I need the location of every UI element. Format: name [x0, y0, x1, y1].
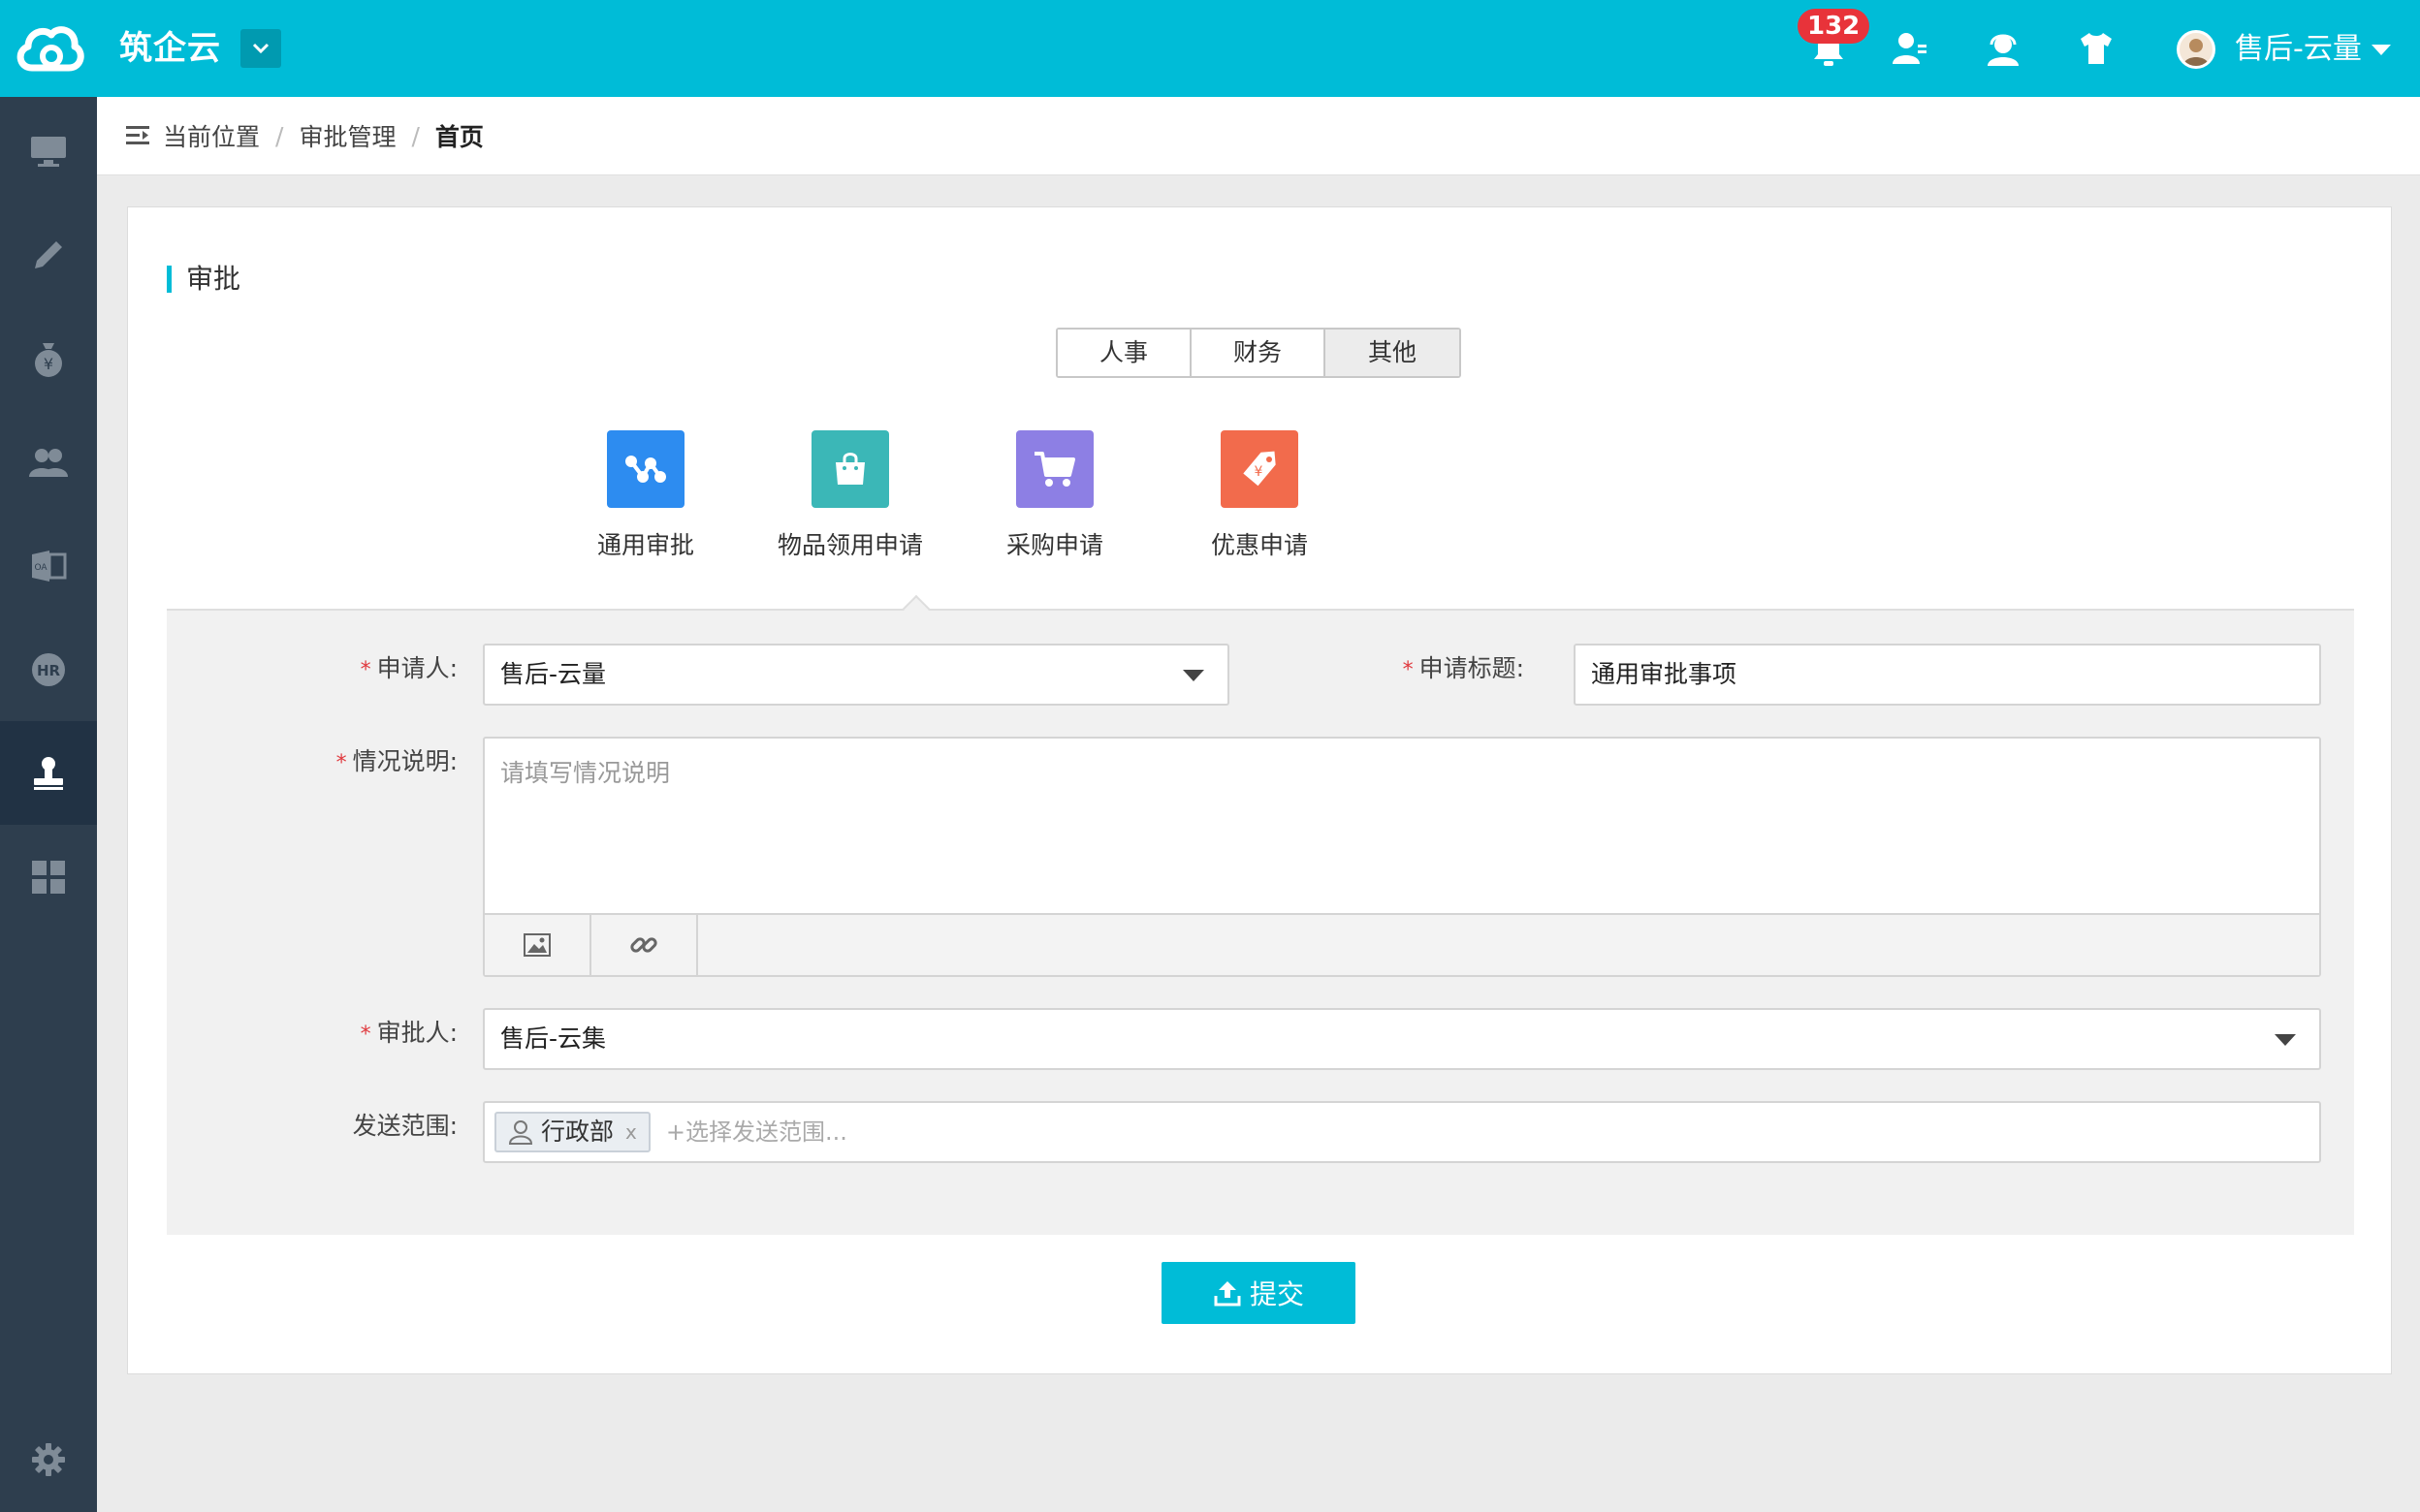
description-placeholder: 请填写情况说明: [500, 759, 671, 787]
avatar[interactable]: [2177, 30, 2215, 69]
title-label: * 申请标题:: [1402, 654, 1524, 682]
price-tag-icon: ¥: [1221, 430, 1298, 508]
stamp-icon: [34, 756, 63, 790]
breadcrumb-prefix: 当前位置: [163, 123, 261, 151]
contacts-button[interactable]: [1887, 25, 1933, 72]
submit-label: 提交: [1249, 1278, 1304, 1310]
indent-icon: [126, 125, 151, 146]
sidebar-item-apps[interactable]: [0, 825, 97, 929]
scope-label: 发送范围:: [352, 1112, 458, 1140]
app-label: 优惠申请: [1210, 531, 1308, 559]
submit-button[interactable]: 提交: [1162, 1262, 1355, 1324]
app-label: 物品领用申请: [777, 531, 923, 559]
workflow-icon: [607, 430, 685, 508]
headset-icon: [1988, 34, 2019, 66]
shopping-bag-icon: [812, 430, 889, 508]
hr-icon: HR: [32, 652, 65, 686]
applicant-label: * 申请人:: [360, 654, 458, 682]
category-tabs: 人事 财务 其他: [1056, 328, 1461, 378]
customer-service-button[interactable]: [1980, 25, 2026, 72]
cloud-logo-icon[interactable]: [0, 0, 97, 97]
app-discount-request[interactable]: ¥ 优惠申请: [1177, 430, 1342, 562]
sidebar-item-edit[interactable]: [0, 203, 97, 306]
breadcrumb-item-current: 首页: [434, 123, 484, 151]
theme-skin-button[interactable]: [2073, 25, 2119, 72]
pencil-icon: [35, 240, 62, 268]
approval-form: * 申请人: 售后-云量 * 申请标题: 通用审批事项 * 情况说明: 请填写情况说明: [167, 609, 2354, 1235]
user-icon: [508, 1120, 533, 1145]
sidebar-item-finance[interactable]: ¥: [0, 306, 97, 410]
sidebar: ¥ OA HR: [0, 97, 97, 1512]
notification-count-badge: 132: [1798, 9, 1870, 44]
gear-icon: [32, 1442, 65, 1476]
sidebar-item-members[interactable]: [0, 410, 97, 514]
approver-label: * 审批人:: [360, 1019, 458, 1047]
svg-text:HR: HR: [37, 662, 61, 679]
approver-select[interactable]: 售后-云集: [483, 1008, 2321, 1070]
app-general-approval[interactable]: 通用审批: [563, 430, 728, 562]
svg-text:¥: ¥: [44, 355, 53, 373]
caret-down-icon[interactable]: [2372, 45, 2391, 55]
app-switch-button[interactable]: [240, 29, 281, 68]
tshirt-icon: [2081, 33, 2112, 64]
breadcrumb-separator: /: [411, 121, 420, 150]
oa-icon: OA: [32, 550, 67, 582]
scope-input[interactable]: 行政部 x +选择发送范围...: [483, 1101, 2321, 1163]
sidebar-item-dashboard[interactable]: [0, 99, 97, 203]
tab-personnel[interactable]: 人事: [1058, 330, 1192, 376]
remove-tag-button[interactable]: x: [625, 1115, 637, 1150]
description-editor[interactable]: 请填写情况说明: [483, 737, 2321, 977]
money-bag-icon: ¥: [35, 342, 62, 377]
app-purchase-request[interactable]: 采购申请: [972, 430, 1137, 562]
shopping-cart-icon: [1016, 430, 1094, 508]
approver-value: 售后-云集: [500, 1024, 607, 1053]
insert-link-button[interactable]: [591, 915, 698, 975]
app-label: 通用审批: [596, 531, 694, 559]
users-icon: [29, 448, 68, 477]
title-value: 通用审批事项: [1591, 660, 1737, 688]
svg-text:OA: OA: [34, 563, 48, 573]
insert-image-button[interactable]: [485, 915, 591, 975]
section-title: 审批: [167, 264, 240, 295]
sidebar-item-hr[interactable]: HR: [0, 617, 97, 721]
description-label: * 情况说明:: [335, 747, 458, 775]
svg-text:¥: ¥: [1255, 464, 1263, 480]
grid-icon: [32, 860, 65, 894]
chevron-down-icon: [252, 43, 270, 54]
scope-tag: 行政部 x: [494, 1112, 651, 1152]
app-title: 筑企云: [119, 29, 221, 68]
title-input[interactable]: 通用审批事项: [1574, 644, 2321, 706]
sidebar-item-oa[interactable]: OA: [0, 514, 97, 617]
scope-placeholder[interactable]: +选择发送范围...: [666, 1115, 847, 1150]
image-icon: [524, 933, 551, 957]
breadcrumb: 当前位置 / 审批管理 / 首页: [97, 97, 2420, 175]
link-icon: [630, 937, 657, 953]
applicant-value: 售后-云量: [500, 660, 607, 688]
top-bar: 筑企云 132 售后-云量: [0, 0, 2420, 97]
scope-tag-label: 行政部: [541, 1118, 615, 1146]
app-label: 采购申请: [1005, 531, 1103, 559]
contacts-icon: [1893, 33, 1926, 64]
sidebar-item-settings[interactable]: [0, 1407, 97, 1511]
editor-toolbar: [485, 913, 2319, 975]
tab-finance[interactable]: 财务: [1192, 330, 1325, 376]
tab-other[interactable]: 其他: [1325, 330, 1459, 376]
approval-card: 审批 人事 财务 其他 通用审批 物品领用申请 采购申请 ¥ 优惠申请 * 申请…: [127, 206, 2392, 1374]
user-name[interactable]: 售后-云量: [2235, 29, 2362, 70]
applicant-select[interactable]: 售后-云量: [483, 644, 1229, 706]
monitor-icon: [31, 136, 66, 167]
app-item-requisition[interactable]: 物品领用申请: [768, 430, 933, 562]
caret-down-icon: [2275, 1034, 2296, 1046]
breadcrumb-item-approval-management[interactable]: 审批管理: [299, 118, 396, 153]
sidebar-item-approval[interactable]: [0, 721, 97, 825]
caret-down-icon: [1183, 670, 1204, 681]
upload-icon: [1214, 1281, 1241, 1307]
breadcrumb-separator: /: [275, 121, 284, 150]
